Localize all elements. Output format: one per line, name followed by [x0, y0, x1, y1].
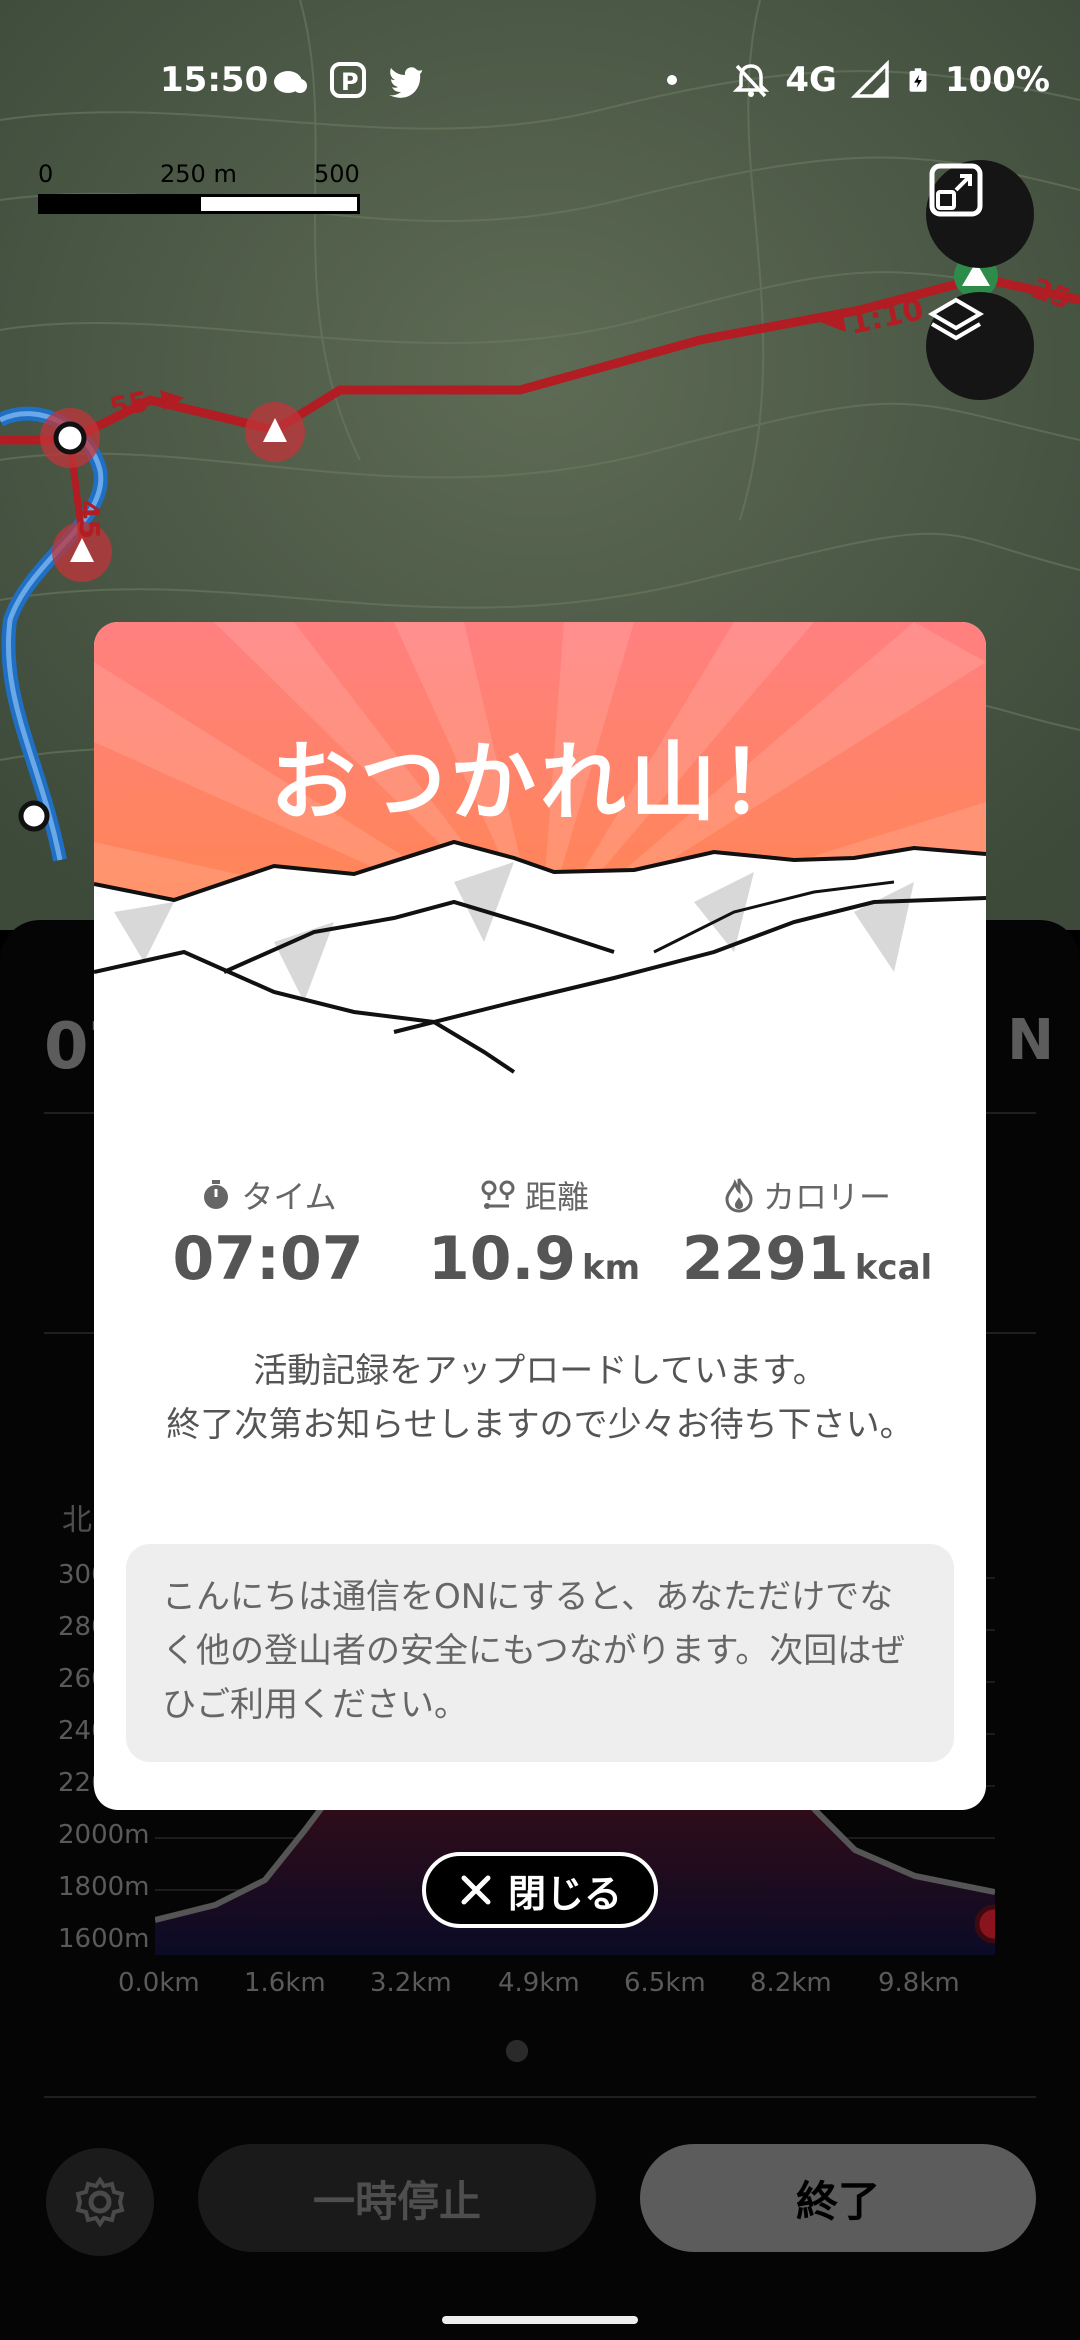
notification-dot-icon [667, 75, 678, 85]
layers-icon [928, 297, 984, 341]
end-button[interactable]: 終了 [640, 2144, 1036, 2252]
completion-dialog: おつかれ山！ タイム 07:07 距離 10.9 km カロリー 2291 kcal… [94, 622, 986, 1810]
status-time: 15:50 [160, 60, 269, 100]
route-label: 45 [73, 500, 106, 539]
page-dot[interactable] [506, 2040, 528, 2062]
signal-icon [850, 60, 889, 98]
flame-icon [725, 1178, 753, 1213]
stat-calories-unit: kcal [854, 1248, 933, 1288]
stat-time: タイム 07:07 [158, 1172, 378, 1294]
y-axis-label: 1800m [58, 1872, 150, 1902]
close-button-label: 閉じる [507, 1871, 622, 1916]
x-axis-label: 4.9km [498, 1968, 580, 1998]
fit-view-button[interactable] [926, 160, 1034, 268]
bell-off-icon [733, 64, 770, 98]
stat-time-value: 07:07 [172, 1224, 364, 1294]
gear-icon [75, 2176, 125, 2228]
upload-message-line: 活動記録をアップロードしています。 [253, 1351, 827, 1391]
battery-percent: 100% [944, 60, 1050, 100]
mountain-illustration [94, 622, 986, 1132]
y-axis-label: 2000m [58, 1820, 150, 1850]
stat-time-label: タイム [241, 1178, 337, 1216]
stopwatch-icon [204, 1180, 229, 1209]
close-icon [461, 1875, 491, 1905]
settings-button[interactable] [46, 2148, 154, 2256]
notice-text: こんにちは通信をONにすると、あなただけでなく他の登山者の安全にもつながります。… [162, 1577, 906, 1725]
dialog-title: おつかれ山！ [270, 733, 810, 833]
x-axis-label: 3.2km [370, 1968, 452, 1998]
close-button[interactable]: 閉じる [422, 1852, 658, 1928]
battery-charging-icon [909, 68, 927, 92]
stat-calories-label: カロリー [762, 1178, 891, 1216]
divider [44, 2096, 1036, 2098]
pause-button[interactable]: 一時停止 [198, 2144, 596, 2252]
map-scale: 0 250 m 500 m [38, 160, 360, 216]
notice-box: こんにちは通信をONにすると、あなただけでなく他の登山者の安全にもつながります。… [126, 1544, 954, 1762]
home-indicator[interactable] [442, 2316, 638, 2324]
stat-distance-value: 10.9 [427, 1224, 576, 1294]
stat-calories-value: 2291 [681, 1224, 849, 1294]
stat-distance: 距離 10.9 km [404, 1172, 664, 1294]
scale-label: 0 [38, 160, 54, 188]
scale-bar [38, 194, 360, 214]
p-app-icon: P [330, 62, 366, 98]
twitter-icon [389, 67, 422, 98]
x-axis-label: 9.8km [878, 1968, 960, 1998]
stat-distance-label: 距離 [524, 1178, 589, 1216]
x-axis-label: 0.0km [118, 1968, 200, 1998]
route-pin-icon [481, 1180, 515, 1209]
x-axis-label: 8.2km [750, 1968, 832, 1998]
compass-indicator[interactable]: N [1007, 1008, 1054, 1073]
upload-message: 活動記録をアップロードしています。 終了次第お知らせしますので少々お待ち下さい。 [154, 1344, 926, 1452]
fit-view-icon [929, 163, 983, 217]
chart-heading-partial: 北 [62, 1503, 92, 1538]
status-bar: 15:50 P 4G 100% [0, 48, 1080, 118]
scale-label: 250 m [160, 160, 237, 188]
svg-text:P: P [341, 68, 359, 96]
y-axis-label: 1600m [58, 1924, 150, 1954]
network-type: 4G [785, 60, 837, 100]
layers-button[interactable] [926, 292, 1034, 400]
x-axis-label: 1.6km [244, 1968, 326, 1998]
stat-distance-unit: km [582, 1248, 641, 1288]
x-axis-label: 6.5km [624, 1968, 706, 1998]
upload-message-line: 終了次第お知らせしますので少々お待ち下さい。 [166, 1405, 914, 1445]
stat-calories: カロリー 2291 kcal [662, 1172, 952, 1294]
chat-bubble-icon [274, 71, 307, 93]
